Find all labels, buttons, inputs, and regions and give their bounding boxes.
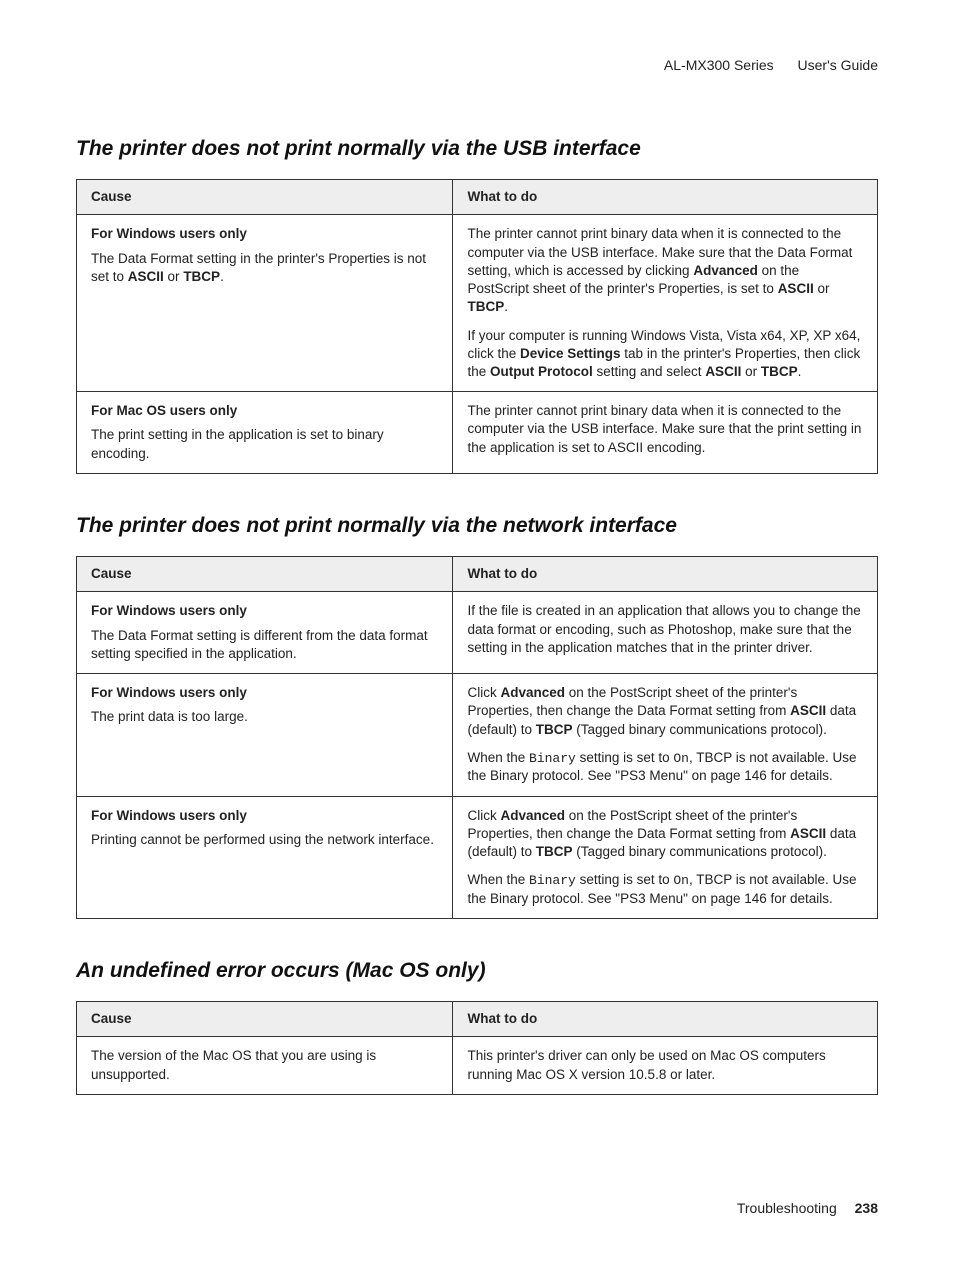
text: (Tagged binary communications protocol).	[573, 844, 827, 859]
product-name: AL-MX300 Series	[664, 57, 774, 73]
whattodo-cell: The printer cannot print binary data whe…	[453, 392, 878, 474]
cause-title: For Mac OS users only	[91, 402, 438, 420]
keyword-binary: Binary	[529, 751, 576, 766]
table-row: For Windows users only The print data is…	[77, 674, 878, 796]
footer-page-number: 238	[855, 1200, 878, 1216]
section-heading-macos-error: An undefined error occurs (Mac OS only)	[76, 957, 878, 985]
do-paragraph: When the Binary setting is set to On, TB…	[467, 871, 863, 908]
whattodo-cell: Click Advanced on the PostScript sheet o…	[453, 796, 878, 918]
whattodo-cell: Click Advanced on the PostScript sheet o…	[453, 674, 878, 796]
whattodo-cell: This printer's driver can only be used o…	[453, 1037, 878, 1094]
table-header-row: Cause What to do	[77, 180, 878, 215]
cause-body: The Data Format setting in the printer's…	[91, 250, 438, 286]
table-row: For Mac OS users only The print setting …	[77, 392, 878, 474]
text: When the	[467, 750, 529, 765]
text: .	[798, 364, 802, 379]
do-paragraph: If the file is created in an application…	[467, 602, 863, 657]
th-cause: Cause	[77, 557, 453, 592]
text: or	[164, 269, 184, 284]
keyword-on: On	[673, 873, 689, 888]
page-header: AL-MX300 Series User's Guide	[76, 56, 878, 75]
do-paragraph: Click Advanced on the PostScript sheet o…	[467, 807, 863, 862]
text: setting is set to	[576, 872, 674, 887]
keyword-tbcp: TBCP	[761, 364, 798, 379]
section-heading-usb: The printer does not print normally via …	[76, 135, 878, 163]
cause-title: For Windows users only	[91, 225, 438, 243]
text: Click	[467, 808, 500, 823]
do-paragraph: If your computer is running Windows Vist…	[467, 327, 863, 382]
whattodo-cell: The printer cannot print binary data whe…	[453, 215, 878, 392]
table-network: Cause What to do For Windows users only …	[76, 556, 878, 919]
keyword-on: On	[673, 751, 689, 766]
section-heading-network: The printer does not print normally via …	[76, 512, 878, 540]
keyword-tbcp: TBCP	[536, 722, 573, 737]
text: .	[504, 299, 508, 314]
keyword-ascii: ASCII	[790, 703, 826, 718]
keyword-tbcp: TBCP	[183, 269, 220, 284]
table-row: The version of the Mac OS that you are u…	[77, 1037, 878, 1094]
cause-cell: For Windows users only The Data Format s…	[77, 592, 453, 674]
cause-cell: For Mac OS users only The print setting …	[77, 392, 453, 474]
doc-type: User's Guide	[798, 57, 878, 73]
table-row: For Windows users only The Data Format s…	[77, 215, 878, 392]
cause-cell: For Windows users only The print data is…	[77, 674, 453, 796]
do-paragraph: Click Advanced on the PostScript sheet o…	[467, 684, 863, 739]
whattodo-cell: If the file is created in an application…	[453, 592, 878, 674]
table-row: For Windows users only The Data Format s…	[77, 592, 878, 674]
text: .	[220, 269, 224, 284]
keyword-ascii: ASCII	[790, 826, 826, 841]
text: or	[741, 364, 761, 379]
table-row: For Windows users only Printing cannot b…	[77, 796, 878, 918]
keyword-tbcp: TBCP	[467, 299, 504, 314]
keyword-ascii: ASCII	[705, 364, 741, 379]
cause-cell: The version of the Mac OS that you are u…	[77, 1037, 453, 1094]
do-paragraph: The printer cannot print binary data whe…	[467, 402, 863, 457]
th-cause: Cause	[77, 1002, 453, 1037]
table-macos-error: Cause What to do The version of the Mac …	[76, 1001, 878, 1095]
do-paragraph: The printer cannot print binary data whe…	[467, 225, 863, 316]
th-whattodo: What to do	[453, 1002, 878, 1037]
cause-body: Printing cannot be performed using the n…	[91, 831, 438, 849]
keyword-output-protocol: Output Protocol	[490, 364, 593, 379]
cause-body: The print data is too large.	[91, 708, 438, 726]
keyword-ascii: ASCII	[778, 281, 814, 296]
text: (Tagged binary communications protocol).	[573, 722, 827, 737]
page-footer: Troubleshooting 238	[737, 1199, 878, 1218]
cause-title: For Windows users only	[91, 684, 438, 702]
text: Click	[467, 685, 500, 700]
th-whattodo: What to do	[453, 180, 878, 215]
table-header-row: Cause What to do	[77, 1002, 878, 1037]
do-paragraph: This printer's driver can only be used o…	[467, 1047, 863, 1083]
cause-body: The Data Format setting is different fro…	[91, 627, 438, 663]
cause-body: The print setting in the application is …	[91, 426, 438, 462]
keyword-device-settings: Device Settings	[520, 346, 621, 361]
cause-body: The version of the Mac OS that you are u…	[91, 1047, 438, 1083]
cause-cell: For Windows users only Printing cannot b…	[77, 796, 453, 918]
keyword-advanced: Advanced	[500, 808, 565, 823]
footer-chapter: Troubleshooting	[737, 1200, 837, 1216]
table-usb: Cause What to do For Windows users only …	[76, 179, 878, 474]
th-whattodo: What to do	[453, 557, 878, 592]
keyword-ascii: ASCII	[128, 269, 164, 284]
keyword-binary: Binary	[529, 873, 576, 888]
cause-title: For Windows users only	[91, 602, 438, 620]
text: setting is set to	[576, 750, 674, 765]
keyword-advanced: Advanced	[500, 685, 565, 700]
cause-cell: For Windows users only The Data Format s…	[77, 215, 453, 392]
th-cause: Cause	[77, 180, 453, 215]
text: When the	[467, 872, 529, 887]
table-header-row: Cause What to do	[77, 557, 878, 592]
cause-title: For Windows users only	[91, 807, 438, 825]
keyword-tbcp: TBCP	[536, 844, 573, 859]
text: or	[814, 281, 830, 296]
text: setting and select	[593, 364, 706, 379]
keyword-advanced: Advanced	[693, 263, 758, 278]
do-paragraph: When the Binary setting is set to On, TB…	[467, 749, 863, 786]
